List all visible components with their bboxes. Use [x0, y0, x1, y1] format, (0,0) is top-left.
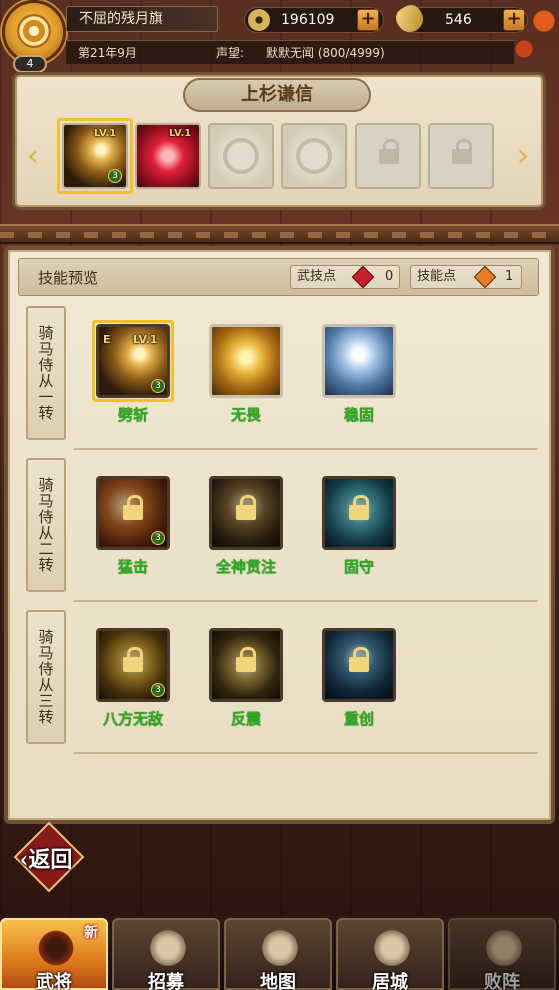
gold-ingot-icon: [392, 1, 428, 37]
lock-icon: [349, 495, 371, 523]
status-line: 第21年9月 声望: 默默无闻 (800/4999): [66, 40, 514, 64]
row-divider: [74, 448, 538, 450]
player-title: 不屈的残月旗: [66, 6, 218, 32]
tier-label-3: 骑马侍从三转: [26, 610, 66, 744]
nav-label: 招募: [148, 972, 184, 990]
martial-points-box: 武技点 0: [290, 265, 400, 289]
nav-generals[interactable]: 新 武将: [0, 918, 108, 990]
nav-castle[interactable]: 居城: [336, 918, 444, 990]
skill-points-label: 技能点: [417, 269, 457, 284]
new-badge: 新: [84, 925, 98, 941]
skill-count-badge: 3: [151, 531, 165, 545]
nav-label: 武将: [36, 972, 72, 990]
martial-points-value: 0: [385, 269, 394, 284]
nav-label: 居城: [372, 972, 408, 990]
skill-name: 反震: [230, 710, 261, 728]
skill-count-badge: 3: [151, 683, 165, 697]
nav-label: 地图: [260, 972, 296, 990]
recruit-scroll-icon: [148, 928, 188, 968]
armor-icon: [484, 928, 524, 968]
lock-icon: [123, 647, 145, 675]
empty-skill-slot-2[interactable]: [281, 123, 347, 189]
ornamental-divider: [0, 224, 559, 244]
skill-tile-guard[interactable]: [322, 476, 396, 550]
player-level-badge: 4: [13, 55, 47, 73]
skill-name: 无畏: [230, 406, 261, 424]
map-scroll-icon: [260, 928, 300, 968]
skill-name: 稳固: [343, 406, 374, 424]
preview-title: 技能预览: [38, 269, 99, 287]
castle-icon: [372, 928, 412, 968]
row-divider: [74, 600, 538, 602]
bottom-navigation: 新 武将 招募 地图 居城 败阵: [0, 916, 559, 990]
nav-label: 败阵: [484, 972, 520, 990]
skill-name: 劈斩: [117, 406, 148, 424]
martial-points-label: 武技点: [297, 269, 337, 284]
skill-name: 固守: [343, 558, 374, 576]
fame-label: 声望:: [216, 46, 245, 60]
skill-tile-strike[interactable]: 3: [96, 476, 170, 550]
jade-counter: 546 +: [392, 1, 528, 37]
orange-diamond-icon: [473, 265, 497, 289]
hero-name: 上杉谦信: [183, 78, 371, 112]
skill-tile-focus[interactable]: [209, 476, 283, 550]
locked-skill-slot-2[interactable]: [428, 123, 494, 189]
add-coins-button[interactable]: +: [357, 9, 379, 31]
skill-tile-eight-directions[interactable]: 3: [96, 628, 170, 702]
row-divider: [74, 752, 538, 754]
lock-icon: [452, 139, 474, 167]
coin-counter: 196109 +: [244, 7, 384, 33]
nav-recruit[interactable]: 招募: [112, 918, 220, 990]
coin-value: 196109: [281, 12, 335, 28]
locked-skill-slot-1[interactable]: [355, 123, 421, 189]
empty-skill-slot-1[interactable]: [208, 123, 274, 189]
lock-icon: [349, 647, 371, 675]
lock-icon: [379, 139, 401, 167]
coin-icon: [248, 9, 270, 31]
equipped-skill-slot-2[interactable]: LV.1: [135, 123, 201, 189]
skill-tile-counter[interactable]: [209, 628, 283, 702]
skill-level-label: LV.1: [169, 128, 192, 139]
skill-tile-steady[interactable]: [322, 324, 396, 398]
samurai-helmet-icon: [36, 928, 76, 968]
back-label: ‹返回: [19, 847, 73, 873]
selected-slot-frame: [57, 118, 133, 194]
next-hero-arrow-icon[interactable]: ›: [512, 139, 534, 174]
add-jade-button[interactable]: +: [503, 9, 525, 31]
divider-pattern: [0, 232, 559, 238]
nav-defeat[interactable]: 败阵: [448, 918, 556, 990]
jade-value: 546: [445, 12, 472, 28]
skill-tile-heavy-wound[interactable]: [322, 628, 396, 702]
tier-label-1: 骑马侍从一转: [26, 306, 66, 440]
clan-crest-icon: [17, 14, 51, 48]
skill-name: 八方无敌: [102, 710, 163, 728]
skill-points-box: 技能点 1: [410, 265, 522, 289]
top-bar: 4 不屈的残月旗 196109 + 546 + 第21年9月 声望: 默默无闻 …: [0, 0, 559, 73]
tier-label-2: 骑马侍从二转: [26, 458, 66, 592]
lock-icon: [123, 495, 145, 523]
back-button[interactable]: ‹返回: [0, 821, 92, 893]
skill-points-value: 1: [505, 269, 514, 284]
game-date: 第21年9月: [78, 46, 137, 60]
skill-name: 全神贯注: [215, 558, 276, 576]
lock-icon: [236, 495, 258, 523]
nav-map[interactable]: 地图: [224, 918, 332, 990]
skill-tile-fearless[interactable]: [209, 324, 283, 398]
fame-value: 默默无闻 (800/4999): [266, 46, 385, 60]
prev-hero-arrow-icon[interactable]: ‹: [22, 139, 44, 174]
lock-icon: [236, 647, 258, 675]
skill-name: 重创: [343, 710, 374, 728]
skill-name: 猛击: [117, 558, 148, 576]
red-diamond-icon: [351, 265, 375, 289]
selected-skill-frame: [92, 320, 174, 402]
tomoe-crest-icon: [296, 138, 332, 174]
tomoe-crest-icon: [223, 138, 259, 174]
